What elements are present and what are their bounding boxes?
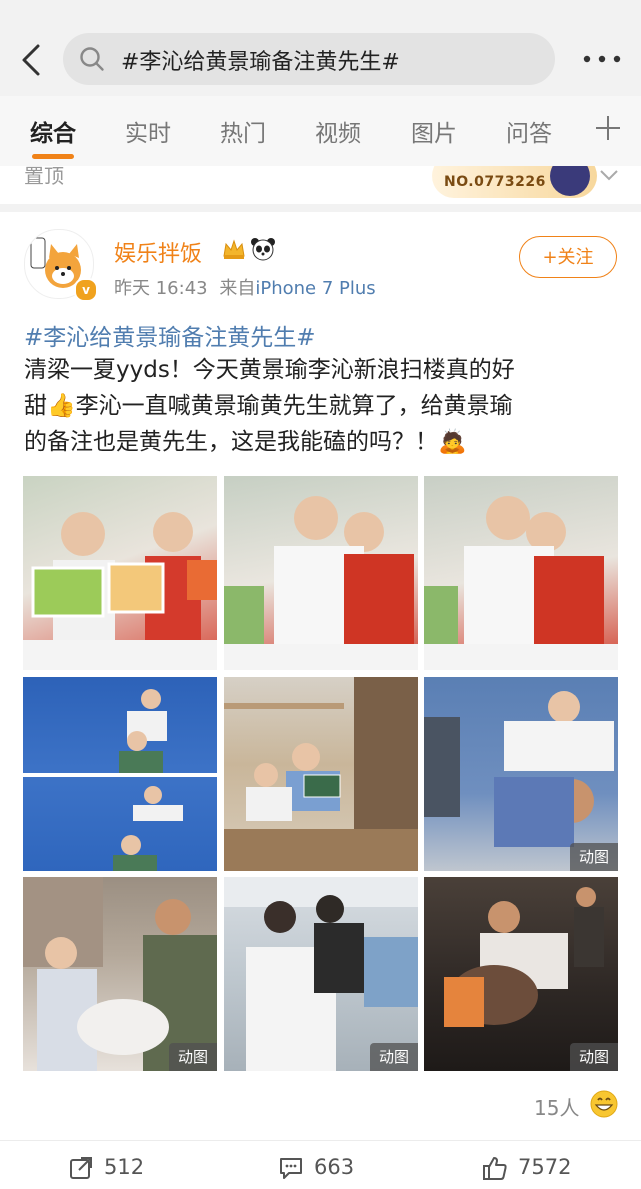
pinned-label: 置顶	[24, 166, 64, 188]
comment-count: 663	[314, 1155, 355, 1179]
back-icon[interactable]	[14, 40, 50, 80]
action-bar: 512 663 7572	[0, 1140, 641, 1189]
photo-illustration	[424, 496, 618, 670]
tab-hot[interactable]: 热门	[220, 114, 266, 148]
reaction-count[interactable]: 15人	[534, 1092, 579, 1121]
fan-number: NO.0773226	[444, 174, 546, 190]
like-count: 7572	[518, 1155, 572, 1179]
photo-illustration	[23, 689, 217, 871]
repost-icon	[70, 1157, 92, 1179]
gif-badge: 动图	[570, 843, 618, 871]
gif-badge: 动图	[169, 1043, 217, 1071]
tab-pictures[interactable]: 图片	[411, 114, 457, 148]
photo-illustration	[23, 877, 217, 1071]
repost-button[interactable]: 512	[68, 1155, 158, 1181]
tab-bar: 综合 实时 热门 视频 图片 问答	[0, 96, 641, 167]
tab-comprehensive[interactable]: 综合	[30, 114, 76, 148]
tab-video[interactable]: 视频	[315, 114, 361, 148]
photo-illustration	[23, 512, 217, 670]
comment-button[interactable]: 663	[278, 1155, 368, 1181]
add-tab-icon[interactable]	[594, 114, 622, 142]
tab-qa[interactable]: 问答	[506, 114, 552, 148]
photo-illustration	[444, 887, 604, 1027]
verified-badge-icon: v	[74, 278, 98, 302]
like-button[interactable]: 7572	[482, 1155, 592, 1181]
post-source[interactable]: iPhone 7 Plus	[255, 278, 375, 299]
post-image-3[interactable]	[424, 476, 618, 670]
search-bar[interactable]: #李沁给黄景瑜备注黄先生#	[63, 33, 555, 85]
comment-icon	[280, 1158, 302, 1179]
post-time: 昨天 16:43	[114, 278, 208, 299]
post-image-8[interactable]: 动图	[224, 877, 418, 1071]
post-image-5[interactable]	[224, 677, 418, 871]
more-options-icon[interactable]	[580, 44, 624, 74]
gif-badge: 动图	[370, 1043, 418, 1071]
follow-button[interactable]: +关注	[519, 236, 617, 278]
section-divider	[0, 204, 641, 212]
photo-illustration	[424, 691, 614, 847]
post-text: 清梁一夏yyds！今天黄景瑜李沁新浪扫楼真的好 甜👍李沁一直喊黄景瑜黄先生就算了…	[24, 352, 624, 460]
search-icon	[80, 47, 104, 71]
post-image-9[interactable]: 动图	[424, 877, 618, 1071]
post-meta: 昨天 16:43 来自iPhone 7 Plus	[114, 274, 376, 300]
chevron-down-icon[interactable]	[598, 168, 620, 184]
grin-emoji-icon	[590, 1090, 618, 1118]
source-prefix: 来自	[219, 278, 256, 299]
post-image-7[interactable]: 动图	[23, 877, 217, 1071]
active-tab-indicator	[32, 154, 74, 159]
tab-realtime[interactable]: 实时	[125, 114, 171, 148]
pinned-strip: 置顶 NO.0773226	[0, 166, 641, 204]
panda-icon	[251, 238, 275, 261]
repost-count: 512	[104, 1155, 145, 1179]
gif-badge: 动图	[570, 1043, 618, 1071]
author-name[interactable]: 娱乐拌饭	[114, 236, 202, 268]
post-text-line: 的备注也是黄先生，这是我能磕的吗？！🙇	[24, 429, 467, 455]
post-text-line: 清梁一夏yyds！今天黄景瑜李沁新浪扫楼真的好	[24, 357, 515, 383]
photo-illustration	[224, 877, 418, 1071]
photo-illustration	[224, 496, 418, 670]
post-hashtag[interactable]: #李沁给黄景瑜备注黄先生#	[24, 318, 316, 352]
post-image-6[interactable]: 动图	[424, 677, 618, 871]
fan-badge[interactable]: NO.0773226	[432, 166, 597, 198]
post-text-line: 甜👍李沁一直喊黄景瑜黄先生就算了，给黄景瑜	[24, 393, 513, 419]
search-query: #李沁给黄景瑜备注黄先生#	[121, 50, 400, 75]
thumbs-up-icon	[483, 1157, 507, 1180]
post-image-2[interactable]	[224, 476, 418, 670]
photo-illustration	[224, 677, 418, 871]
post-image-4[interactable]	[23, 677, 217, 871]
fan-badge-emblem-icon	[550, 166, 590, 196]
crown-icon	[223, 239, 245, 259]
post-image-1[interactable]	[23, 476, 217, 670]
